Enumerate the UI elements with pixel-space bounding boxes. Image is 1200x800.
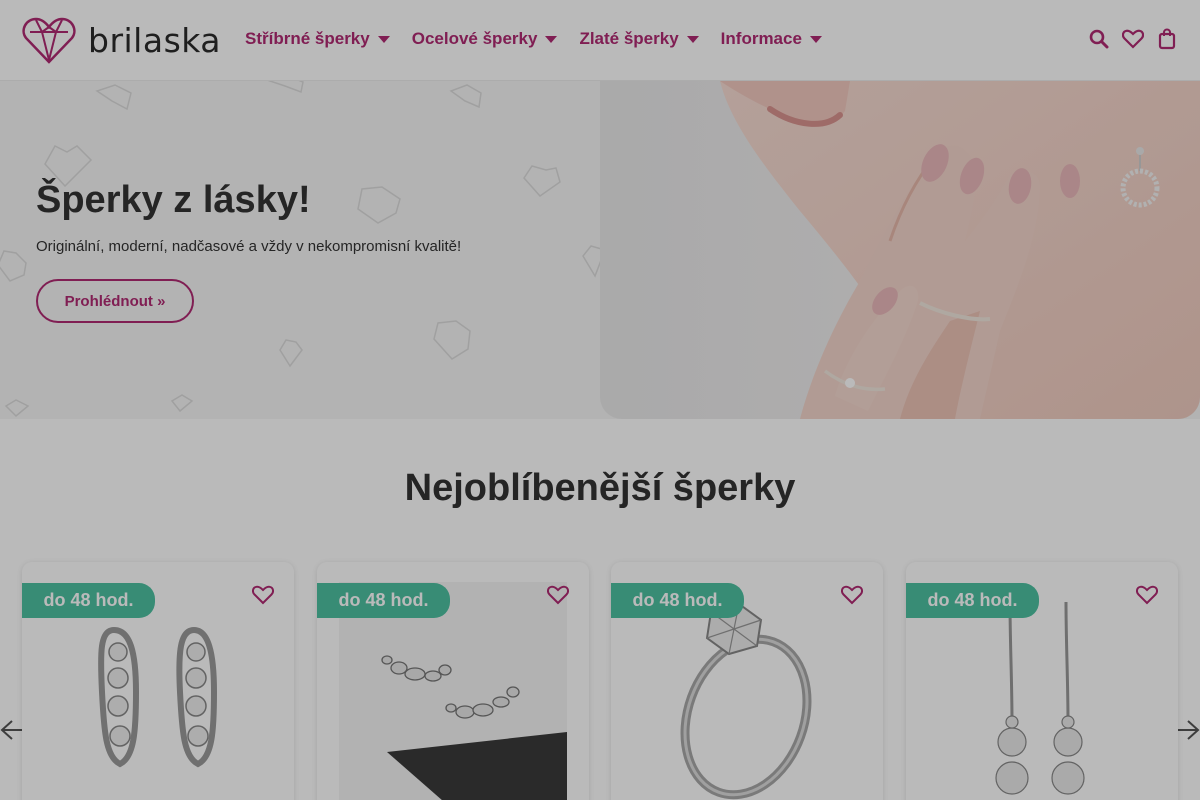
browse-button[interactable]: Prohlédnout » [36, 279, 194, 323]
nav-item-steel-jewelry[interactable]: Ocelové šperky [412, 29, 558, 49]
delivery-badge: do 48 hod. [611, 583, 744, 618]
heart-icon[interactable] [547, 585, 569, 605]
nav-item-information[interactable]: Informace [721, 29, 822, 49]
heart-icon[interactable] [252, 585, 274, 605]
heart-diamond-logo-icon [22, 17, 76, 64]
logo[interactable]: brilaska [22, 16, 221, 64]
nav-item-label: Ocelové šperky [411, 29, 538, 48]
hero-banner: Šperky z lásky! Originální, moderní, nad… [0, 81, 1200, 419]
caret-down-icon [809, 36, 822, 43]
hero-subtitle: Originální, moderní, nadčasové a vždy v … [36, 238, 462, 255]
shopping-bag-icon[interactable] [1156, 27, 1178, 51]
heart-icon[interactable] [1136, 585, 1158, 605]
nav-item-silver-jewelry[interactable]: Stříbrné šperky [245, 29, 390, 49]
nav-item-label: Informace [720, 29, 802, 48]
section-title: Nejoblíbenější šperky [404, 467, 796, 509]
main-nav: Stříbrné šperky Ocelové šperky Zlaté špe… [245, 29, 844, 49]
caret-down-icon [686, 36, 699, 43]
product-card[interactable]: do 48 hod. [906, 562, 1178, 800]
caret-down-icon [377, 36, 390, 43]
delivery-badge: do 48 hod. [906, 583, 1039, 618]
site-header: brilaska Stříbrné šperky Ocelové šperky … [0, 0, 1200, 81]
nav-item-label: Zlaté šperky [579, 29, 679, 48]
logo-text: brilaska [88, 20, 222, 60]
delivery-badge: do 48 hod. [22, 583, 155, 618]
nav-item-label: Stříbrné šperky [245, 29, 370, 48]
product-card[interactable]: do 48 hod. [22, 562, 294, 800]
header-actions [1088, 27, 1178, 51]
product-card[interactable]: do 48 hod. [611, 562, 883, 800]
delivery-badge: do 48 hod. [317, 583, 450, 618]
hero-model-photo [600, 81, 1200, 419]
heart-icon[interactable] [1122, 27, 1144, 51]
caret-down-icon [545, 36, 558, 43]
hero-title: Šperky z lásky! [36, 179, 311, 221]
product-card[interactable]: do 48 hod. [317, 562, 589, 800]
heart-icon[interactable] [841, 585, 863, 605]
nav-item-gold-jewelry[interactable]: Zlaté šperky [579, 29, 699, 49]
search-icon[interactable] [1088, 27, 1110, 51]
